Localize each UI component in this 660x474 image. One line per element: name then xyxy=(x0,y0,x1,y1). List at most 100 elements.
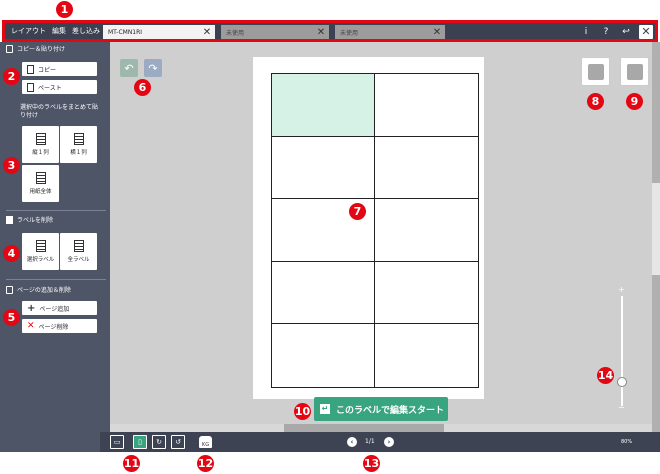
callout-8: 8 xyxy=(587,93,604,110)
grid-icon xyxy=(73,133,84,145)
zoom-level[interactable]: 80% xyxy=(621,439,632,445)
start-editing-button[interactable]: ↵ このラベルで編集スタート xyxy=(314,397,448,421)
trash-icon xyxy=(6,215,13,224)
copy-section-title: コピー＆貼り付け xyxy=(6,44,65,53)
grid-icon xyxy=(35,172,46,184)
bulk-section-title: 選択中のラベルをまとめて貼り付け xyxy=(20,104,99,119)
tab-1-label: MT-CMN1RI xyxy=(108,28,143,36)
label-cell[interactable] xyxy=(272,74,375,137)
callout-9: 9 xyxy=(626,93,643,110)
zoom-in-icon[interactable]: + xyxy=(618,285,625,294)
callout-4: 4 xyxy=(3,245,20,262)
paste-row-button[interactable]: 縦１列 xyxy=(22,126,59,163)
label-cell[interactable] xyxy=(375,262,478,325)
label-cell[interactable] xyxy=(375,324,478,387)
page-section-title: ページの追加＆削除 xyxy=(6,285,71,294)
rotate-right-button[interactable]: ↻ xyxy=(152,435,166,449)
label-cell[interactable] xyxy=(272,324,375,387)
tab-2-label: 未使用 xyxy=(226,29,245,37)
close-app-icon[interactable]: ✕ xyxy=(639,25,653,39)
sidebar-bottom xyxy=(0,432,100,452)
zoom-slider-handle[interactable] xyxy=(617,377,627,387)
callout-13: 13 xyxy=(363,455,380,472)
callout-1: 1 xyxy=(56,1,73,18)
prev-page-button[interactable]: ‹ xyxy=(347,437,357,447)
callout-3: 3 xyxy=(3,157,20,174)
delete-selected-button[interactable]: 選択ラベル xyxy=(22,233,59,270)
help-icon[interactable]: ? xyxy=(599,27,613,37)
page-indicator: 1/1 xyxy=(365,438,375,445)
view-portrait-button[interactable]: ▯ xyxy=(133,435,147,449)
undo-icon: ↶ xyxy=(124,61,134,75)
delete-x-icon: ✕ xyxy=(27,321,35,331)
divider xyxy=(6,279,106,280)
vertical-scrollbar-thumb[interactable] xyxy=(652,183,660,275)
callout-14: 14 xyxy=(597,367,614,384)
label-grid xyxy=(271,73,479,388)
save-icon xyxy=(587,63,604,80)
view-landscape-button[interactable]: ▭ xyxy=(110,435,124,449)
grid-delete-icon xyxy=(73,240,84,252)
close-icon[interactable]: ✕ xyxy=(315,26,327,38)
undo-button[interactable]: ↶ xyxy=(120,59,138,77)
back-icon[interactable]: ↩ xyxy=(619,27,633,37)
menu-layout[interactable]: レイアウト xyxy=(11,26,46,36)
plus-icon: + xyxy=(27,302,36,314)
rotate-left-icon: ↺ xyxy=(175,438,181,446)
add-page-button[interactable]: + ページ追加 xyxy=(22,301,97,315)
paste-column-button[interactable]: 横１列 xyxy=(60,126,97,163)
callout-10: 10 xyxy=(294,403,311,420)
callout-2: 2 xyxy=(3,68,20,85)
menu-merge[interactable]: 差し込み xyxy=(72,26,100,36)
callout-11: 11 xyxy=(123,455,140,472)
document-icon xyxy=(6,44,13,53)
copy-icon xyxy=(27,64,34,74)
tab-3[interactable]: 未使用 ✕ xyxy=(335,25,445,39)
tab-1[interactable]: MT-CMN1RI ✕ xyxy=(103,25,215,39)
delete-all-button[interactable]: 全ラベル xyxy=(60,233,97,270)
label-cell[interactable] xyxy=(272,261,375,325)
delete-page-button[interactable]: ✕ ページ削除 xyxy=(22,319,97,333)
portrait-icon: ▯ xyxy=(138,438,142,446)
delete-section-title: ラベルを削除 xyxy=(6,215,53,224)
close-icon[interactable]: ✕ xyxy=(201,26,213,38)
top-menu: レイアウト 編集 差し込み xyxy=(5,23,100,39)
rotate-left-button[interactable]: ↺ xyxy=(171,435,185,449)
callout-6: 6 xyxy=(134,79,151,96)
label-cell[interactable] xyxy=(272,136,375,200)
callout-7: 7 xyxy=(349,203,366,220)
close-icon[interactable]: ✕ xyxy=(431,26,443,38)
chevron-left-icon: ‹ xyxy=(350,438,354,446)
label-cell[interactable] xyxy=(375,199,478,262)
label-cell[interactable] xyxy=(375,74,478,137)
menu-edit[interactable]: 編集 xyxy=(52,26,66,36)
redo-icon: ↷ xyxy=(148,61,158,75)
print-button[interactable] xyxy=(620,57,649,86)
paste-all-button[interactable]: 用紙全体 xyxy=(22,165,59,202)
rotate-right-icon: ↻ xyxy=(156,438,162,446)
chevron-right-icon: › xyxy=(387,438,391,446)
callout-5: 5 xyxy=(3,309,20,326)
paste-button[interactable]: ペースト xyxy=(22,80,97,94)
paste-icon xyxy=(27,82,34,92)
horizontal-scrollbar-thumb[interactable] xyxy=(284,424,444,432)
weight-button[interactable]: KG xyxy=(199,436,212,448)
grid-icon xyxy=(35,133,46,145)
copy-button[interactable]: コピー xyxy=(22,62,97,76)
next-page-button[interactable]: › xyxy=(384,437,394,447)
label-cell[interactable] xyxy=(375,137,478,200)
top-toolbar: レイアウト 編集 差し込み MT-CMN1RI ✕ 未使用 ✕ 未使用 ✕ i … xyxy=(2,20,658,42)
print-icon xyxy=(626,63,643,80)
save-button[interactable] xyxy=(581,57,610,86)
zoom-slider[interactable] xyxy=(621,296,623,406)
kg-label: KG xyxy=(201,442,210,448)
divider xyxy=(6,210,106,211)
grid-delete-icon xyxy=(35,240,46,252)
top-icons: i ? ↩ ✕ xyxy=(579,24,653,40)
redo-button[interactable]: ↷ xyxy=(144,59,162,77)
enter-icon: ↵ xyxy=(320,404,330,414)
zoom-out-icon[interactable]: − xyxy=(618,403,625,412)
callout-12: 12 xyxy=(197,455,214,472)
tab-2[interactable]: 未使用 ✕ xyxy=(221,25,329,39)
info-icon[interactable]: i xyxy=(579,27,593,37)
